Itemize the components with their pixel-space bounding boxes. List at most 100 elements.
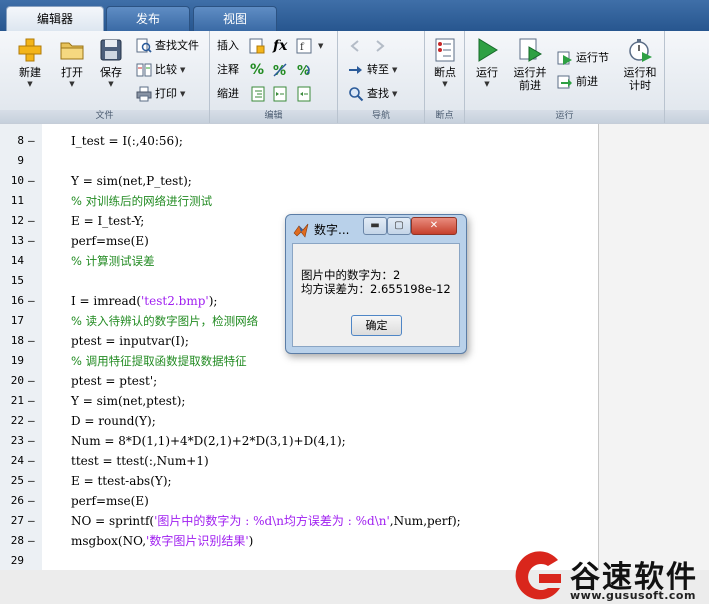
breakpoint-list-icon: [435, 38, 455, 62]
code-line[interactable]: 20– ptest = ptest';: [0, 371, 598, 391]
save-button[interactable]: 保存 ▼: [93, 37, 129, 88]
back-forward-buttons[interactable]: [348, 36, 390, 56]
code-line[interactable]: 11 % 对训练后的网络进行测试: [0, 191, 598, 211]
code-line[interactable]: 27– NO = sprintf('图片中的数字为 : %d\n均方误差为 : %…: [0, 511, 598, 531]
executable-line-marker[interactable]: –: [28, 531, 35, 551]
line-number: 15: [10, 274, 24, 287]
code-line[interactable]: 28– msgbox(NO,'数字图片识别结果'): [0, 531, 598, 551]
executable-line-marker[interactable]: –: [28, 171, 35, 191]
text-format-icon: f: [296, 38, 312, 54]
code-text: msgbox(NO,'数字图片识别结果'): [71, 534, 254, 548]
decrease-indent-button[interactable]: [296, 84, 315, 104]
find-files-button[interactable]: 查找文件: [136, 36, 199, 56]
comment-button[interactable]: 注释: [217, 60, 239, 80]
maximize-button[interactable]: ▢: [387, 217, 411, 235]
executable-line-marker[interactable]: –: [28, 291, 35, 311]
run-and-advance-button[interactable]: 运行并 前进: [509, 37, 551, 92]
uncomment-button[interactable]: %: [272, 60, 291, 80]
code-line[interactable]: 23– Num = 8*D(1,1)+4*D(2,1)+2*D(3,1)+D(4,…: [0, 431, 598, 451]
run-group-label: 运行: [465, 110, 664, 123]
line-number: 23: [10, 434, 24, 447]
dialog-body: 图片中的数字为：2 均方误差为：2.655198e-12 确定: [292, 243, 460, 347]
breakpoints-button[interactable]: 断点 ▼: [427, 37, 463, 88]
tab-view[interactable]: 视图: [193, 6, 277, 31]
watermark-url: www.gususoft.com: [570, 589, 696, 602]
executable-line-marker[interactable]: –: [28, 471, 35, 491]
executable-line-marker[interactable]: –: [28, 231, 35, 251]
folder-icon: [60, 42, 84, 60]
code-line[interactable]: 8– I_test = I(:,40:56);: [0, 131, 598, 151]
code-line[interactable]: 22– D = round(Y);: [0, 411, 598, 431]
code-line[interactable]: 26– perf=mse(E): [0, 491, 598, 511]
open-button[interactable]: 打开 ▼: [54, 37, 90, 88]
run-group: 运行 ▼ 运行并 前进 运行节 前进 运行和 计时 运行: [465, 31, 665, 123]
executable-line-marker[interactable]: –: [28, 491, 35, 511]
executable-line-marker[interactable]: –: [28, 331, 35, 351]
wrap-comments-button[interactable]: %: [296, 60, 315, 80]
insert-section-icon: [249, 38, 264, 54]
run-time-label-1: 运行和: [623, 66, 657, 79]
smart-indent-button[interactable]: [250, 84, 269, 104]
dialog-message-line-2: 均方误差为：2.655198e-12: [301, 282, 451, 296]
executable-line-marker[interactable]: –: [28, 431, 35, 451]
close-button[interactable]: ✕: [411, 217, 457, 235]
line-number: 27: [10, 514, 24, 527]
line-number: 19: [10, 354, 24, 367]
line-number: 16: [10, 294, 24, 307]
edit-group-label: 编辑: [210, 110, 337, 123]
code-line[interactable]: 10– Y = sim(net,P_test);: [0, 171, 598, 191]
code-line[interactable]: 25– E = ttest-abs(Y);: [0, 471, 598, 491]
executable-line-marker[interactable]: –: [28, 411, 35, 431]
chevron-down-icon: ▼: [318, 42, 324, 50]
msgbox-dialog[interactable]: 数字... ▬ ▢ ✕ 图片中的数字为：2 均方误差为：2.655198e-12…: [285, 214, 467, 354]
code-text: E = ttest-abs(Y);: [71, 474, 172, 488]
code-line[interactable]: 29: [0, 551, 598, 571]
run-section-button[interactable]: 运行节: [557, 48, 609, 68]
goto-button[interactable]: 转至 ▼: [348, 60, 397, 80]
format-button[interactable]: f ▼: [296, 36, 323, 56]
line-number: 24: [10, 454, 24, 467]
executable-line-marker[interactable]: –: [28, 451, 35, 471]
code-text: E = I_test-Y;: [71, 214, 145, 228]
ok-button[interactable]: 确定: [351, 315, 402, 336]
executable-line-marker[interactable]: –: [28, 131, 35, 151]
compare-button[interactable]: 比较 ▼: [136, 60, 185, 80]
edit-group: 插入 fx f ▼ 注释 % % %: [210, 31, 338, 123]
code-comment: % 读入待辨认的数字图片，检测网络: [71, 314, 259, 328]
code-line[interactable]: 19 % 调用特征提取函数提取数据特征: [0, 351, 598, 371]
executable-line-marker[interactable]: –: [28, 211, 35, 231]
line-number: 20: [10, 374, 24, 387]
increase-indent-button[interactable]: [272, 84, 291, 104]
code-text: ttest = ttest(:,Num+1): [71, 454, 209, 468]
open-label: 打开: [61, 66, 83, 79]
compare-label: 比较: [155, 63, 177, 76]
run-advance-icon: [519, 38, 542, 62]
navigate-group-label: 导航: [338, 110, 424, 123]
print-button[interactable]: 打印 ▼: [136, 84, 185, 104]
new-button[interactable]: 新建 ▼: [12, 37, 48, 88]
executable-line-marker[interactable]: –: [28, 511, 35, 531]
tab-publish[interactable]: 发布: [106, 6, 190, 31]
insert-function-button[interactable]: fx: [273, 36, 287, 56]
minimize-button[interactable]: ▬: [363, 217, 387, 235]
run-and-time-button[interactable]: 运行和 计时: [619, 37, 661, 92]
find-button[interactable]: 查找 ▼: [348, 84, 397, 104]
line-number: 12: [10, 214, 24, 227]
code-text: I = imread('test2.bmp');: [71, 294, 218, 308]
line-number: 9: [17, 154, 24, 167]
run-section-icon: [557, 51, 572, 65]
code-line[interactable]: 24– ttest = ttest(:,Num+1): [0, 451, 598, 471]
comment-icon[interactable]: %: [250, 60, 264, 80]
indent-button[interactable]: 缩进: [217, 84, 239, 104]
run-button[interactable]: 运行 ▼: [469, 37, 505, 88]
insert-button[interactable]: 插入: [217, 36, 268, 56]
code-line[interactable]: 21– Y = sim(net,ptest);: [0, 391, 598, 411]
code-editor[interactable]: 8– I_test = I(:,40:56); 9 10– Y = sim(net,P_…: [0, 123, 709, 604]
advance-button[interactable]: 前进: [557, 72, 598, 92]
run-advance-label-2: 前进: [519, 79, 541, 92]
executable-line-marker[interactable]: –: [28, 371, 35, 391]
code-line[interactable]: 9: [0, 151, 598, 171]
tab-editor[interactable]: 编辑器: [6, 6, 104, 31]
print-label: 打印: [155, 87, 177, 100]
executable-line-marker[interactable]: –: [28, 391, 35, 411]
